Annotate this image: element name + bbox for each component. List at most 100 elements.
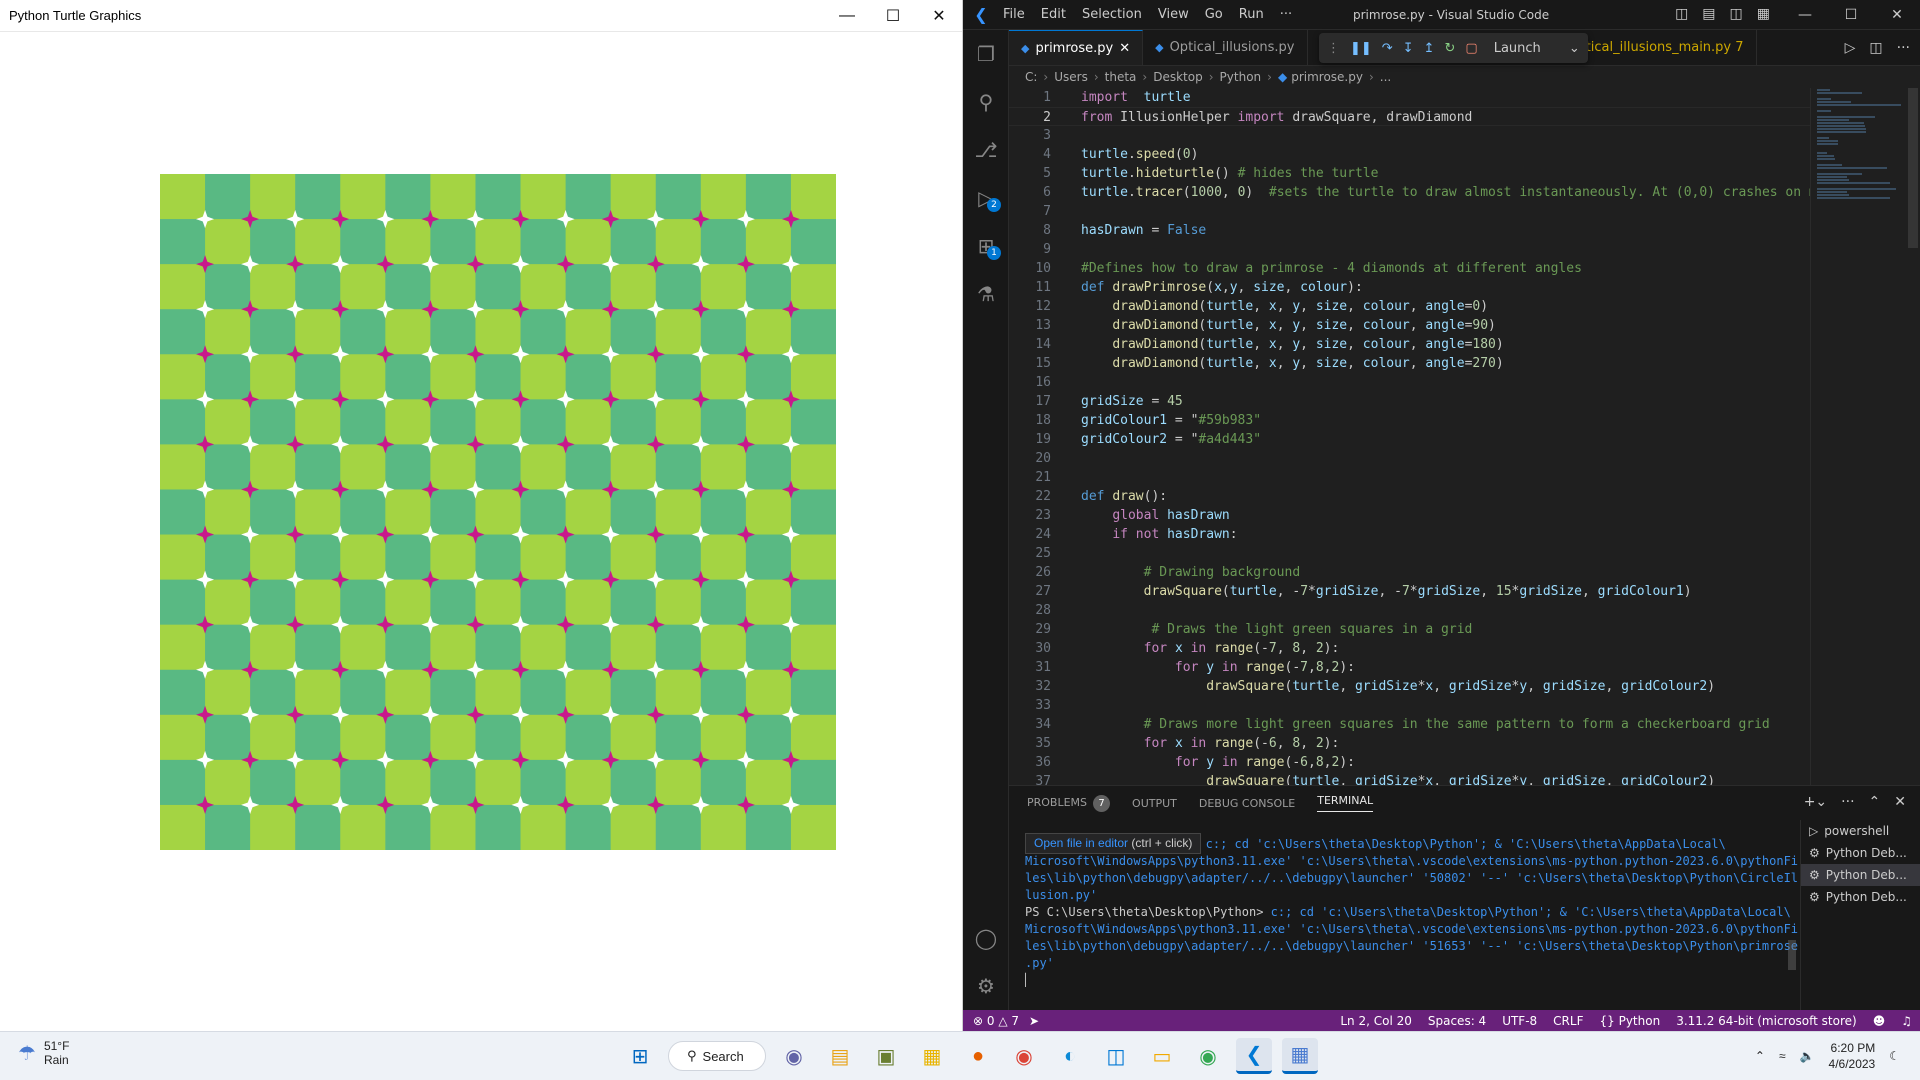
notifications-bell-icon[interactable]: ♫ xyxy=(1901,1014,1912,1028)
wifi-icon[interactable]: ≈ xyxy=(1779,1049,1786,1063)
firefox-icon[interactable]: ● xyxy=(960,1038,996,1074)
microsoft-store-icon[interactable]: ◫ xyxy=(1098,1038,1134,1074)
chevron-up-icon[interactable]: ⌃ xyxy=(1755,1049,1765,1063)
problems-status[interactable]: ⊗ 0 △ 7 xyxy=(973,1014,1019,1028)
terminal-instance[interactable]: ⚙ Python Deb... xyxy=(1801,842,1920,864)
tooltip-link[interactable]: Open file in editor xyxy=(1034,836,1128,850)
customize-layout-icon[interactable]: ▦ xyxy=(1757,6,1770,22)
testing-icon[interactable]: ⚗ xyxy=(963,270,1009,318)
line-number[interactable]: 4 xyxy=(1009,145,1057,164)
terminal-command[interactable]: Microsoft\WindowsApps\python3.11.exe' 'c… xyxy=(1025,922,1798,936)
line-number[interactable]: 37 xyxy=(1009,772,1057,785)
line-number[interactable]: 26 xyxy=(1009,563,1057,582)
code-line[interactable]: 33 xyxy=(1009,696,1810,715)
tab-optical-illusions[interactable]: ◆ Optical_illusions.py xyxy=(1143,30,1308,65)
code-line[interactable]: 17 gridSize = 45 xyxy=(1009,392,1810,411)
terminal-command[interactable]: c:; cd 'c:\Users\theta\Desktop\Python'; … xyxy=(1206,837,1726,851)
terminal-command[interactable]: les\lib\python\debugpy\adapter/../..\deb… xyxy=(1025,871,1798,885)
line-number[interactable]: 2 xyxy=(1009,108,1057,125)
terminal-command[interactable]: .py' xyxy=(1025,956,1054,970)
line-number[interactable]: 14 xyxy=(1009,335,1057,354)
code-line[interactable]: 15 drawDiamond(turtle, x, y, size, colou… xyxy=(1009,354,1810,373)
line-number[interactable]: 7 xyxy=(1009,202,1057,221)
teams-chat-icon[interactable]: ◉ xyxy=(776,1038,812,1074)
code-line[interactable]: 12 drawDiamond(turtle, x, y, size, colou… xyxy=(1009,297,1810,316)
code-line[interactable]: 30 for x in range(-7, 8, 2): xyxy=(1009,639,1810,658)
code-line[interactable]: 3 xyxy=(1009,126,1810,145)
source-control-icon[interactable]: ⎇ xyxy=(963,126,1009,174)
code-line[interactable]: 4 turtle.speed(0) xyxy=(1009,145,1810,164)
toggle-secondary-sidebar-icon[interactable]: ◫ xyxy=(1730,6,1743,22)
language-mode[interactable]: {} Python xyxy=(1599,1014,1660,1028)
line-number[interactable]: 12 xyxy=(1009,297,1057,316)
code-line[interactable]: 8 hasDrawn = False xyxy=(1009,221,1810,240)
code-line[interactable]: 37 drawSquare(turtle, gridSize*x, gridSi… xyxy=(1009,772,1810,785)
step-into-icon[interactable]: ↧ xyxy=(1403,41,1414,56)
chrome-icon[interactable]: ◉ xyxy=(1006,1038,1042,1074)
vscode-taskbar-icon[interactable]: ❮ xyxy=(1236,1038,1272,1074)
cursor-position[interactable]: Ln 2, Col 20 xyxy=(1340,1014,1412,1028)
drag-handle-icon[interactable]: ⋮ xyxy=(1327,41,1340,56)
line-number[interactable]: 34 xyxy=(1009,715,1057,734)
code-line[interactable]: 25 xyxy=(1009,544,1810,563)
line-number[interactable]: 8 xyxy=(1009,221,1057,240)
tab-terminal[interactable]: TERMINAL xyxy=(1317,794,1374,812)
terminal-instance[interactable]: ⚙ Python Deb... xyxy=(1801,886,1920,908)
code-line[interactable]: 16 xyxy=(1009,373,1810,392)
restart-icon[interactable]: ↻ xyxy=(1445,41,1456,56)
breadcrumb-item[interactable]: C: xyxy=(1025,70,1037,84)
maximize-panel-icon[interactable]: ⌃ xyxy=(1869,794,1881,810)
code-line[interactable]: 7 xyxy=(1009,202,1810,221)
terminal-scrollbar[interactable] xyxy=(1788,940,1796,970)
indentation[interactable]: Spaces: 4 xyxy=(1428,1014,1486,1028)
menu-edit[interactable]: Edit xyxy=(1041,7,1066,22)
line-number[interactable]: 28 xyxy=(1009,601,1057,620)
line-number[interactable]: 31 xyxy=(1009,658,1057,677)
run-debug-icon[interactable]: ▷ 2 xyxy=(963,174,1009,222)
code-line[interactable]: 5 turtle.hideturtle() # hides the turtle xyxy=(1009,164,1810,183)
chrome-profile-icon[interactable]: ◉ xyxy=(1190,1038,1226,1074)
code-line[interactable]: 20 xyxy=(1009,449,1810,468)
python-interpreter[interactable]: 3.11.2 64-bit (microsoft store) xyxy=(1676,1014,1857,1028)
code-line[interactable]: 6 turtle.tracer(1000, 0) #sets the turtle… xyxy=(1009,183,1810,202)
scrollbar-thumb[interactable] xyxy=(1908,88,1918,248)
taskbar-search[interactable]: ⚲ Search xyxy=(668,1041,766,1071)
line-ending[interactable]: CRLF xyxy=(1553,1014,1583,1028)
python-turtle-taskbar-icon[interactable]: ▦ xyxy=(1282,1038,1318,1074)
code-editor[interactable]: 1 import turtle 2 from IllusionHelper impor… xyxy=(1009,88,1810,785)
menu-go[interactable]: Go xyxy=(1205,7,1223,22)
menu-more[interactable]: ··· xyxy=(1280,7,1292,22)
file-explorer-icon[interactable]: ▤ xyxy=(822,1038,858,1074)
code-line[interactable]: 34 # Draws more light green squares in t… xyxy=(1009,715,1810,734)
code-line[interactable]: 14 drawDiamond(turtle, x, y, size, colou… xyxy=(1009,335,1810,354)
step-over-icon[interactable]: ↷ xyxy=(1382,41,1393,56)
notification-center-icon[interactable]: ☾ xyxy=(1889,1049,1900,1063)
run-file-icon[interactable]: ▷ xyxy=(1845,40,1856,56)
encoding[interactable]: UTF-8 xyxy=(1502,1014,1537,1028)
line-number[interactable]: 19 xyxy=(1009,430,1057,449)
weather-widget[interactable]: ☂ 51°F Rain xyxy=(18,1039,69,1067)
breadcrumb-item[interactable]: ... xyxy=(1380,70,1391,84)
terminal-command[interactable]: lusion.py' xyxy=(1025,888,1097,902)
code-line[interactable]: 32 drawSquare(turtle, gridSize*x, gridSi… xyxy=(1009,677,1810,696)
code-line[interactable]: 2 from IllusionHelper import drawSquare, … xyxy=(1009,107,1810,126)
menu-run[interactable]: Run xyxy=(1239,7,1264,22)
split-editor-icon[interactable]: ◫ xyxy=(1869,40,1882,56)
code-line[interactable]: 24 if not hasDrawn: xyxy=(1009,525,1810,544)
debug-status-icon[interactable]: ➤ xyxy=(1029,1014,1039,1028)
code-line[interactable]: 35 for x in range(-6, 8, 2): xyxy=(1009,734,1810,753)
toggle-panel-icon[interactable]: ▤ xyxy=(1702,6,1715,22)
line-number[interactable]: 30 xyxy=(1009,639,1057,658)
close-button[interactable]: ✕ xyxy=(916,0,962,32)
explorer-icon[interactable]: ❐ xyxy=(963,30,1009,78)
launch-config-select[interactable]: Launch ⌄ xyxy=(1494,41,1580,56)
accounts-status-icon[interactable]: ☻ xyxy=(1873,1014,1886,1028)
menu-view[interactable]: View xyxy=(1158,7,1189,22)
pause-icon[interactable]: ❚❚ xyxy=(1350,41,1372,56)
code-line[interactable]: 26 # Drawing background xyxy=(1009,563,1810,582)
breadcrumb-item[interactable]: Python xyxy=(1220,70,1262,84)
code-line[interactable]: 21 xyxy=(1009,468,1810,487)
line-number[interactable]: 17 xyxy=(1009,392,1057,411)
tab-close-icon[interactable]: ✕ xyxy=(1119,41,1130,56)
terminal-command[interactable]: Microsoft\WindowsApps\python3.11.exe' 'c… xyxy=(1025,854,1798,868)
